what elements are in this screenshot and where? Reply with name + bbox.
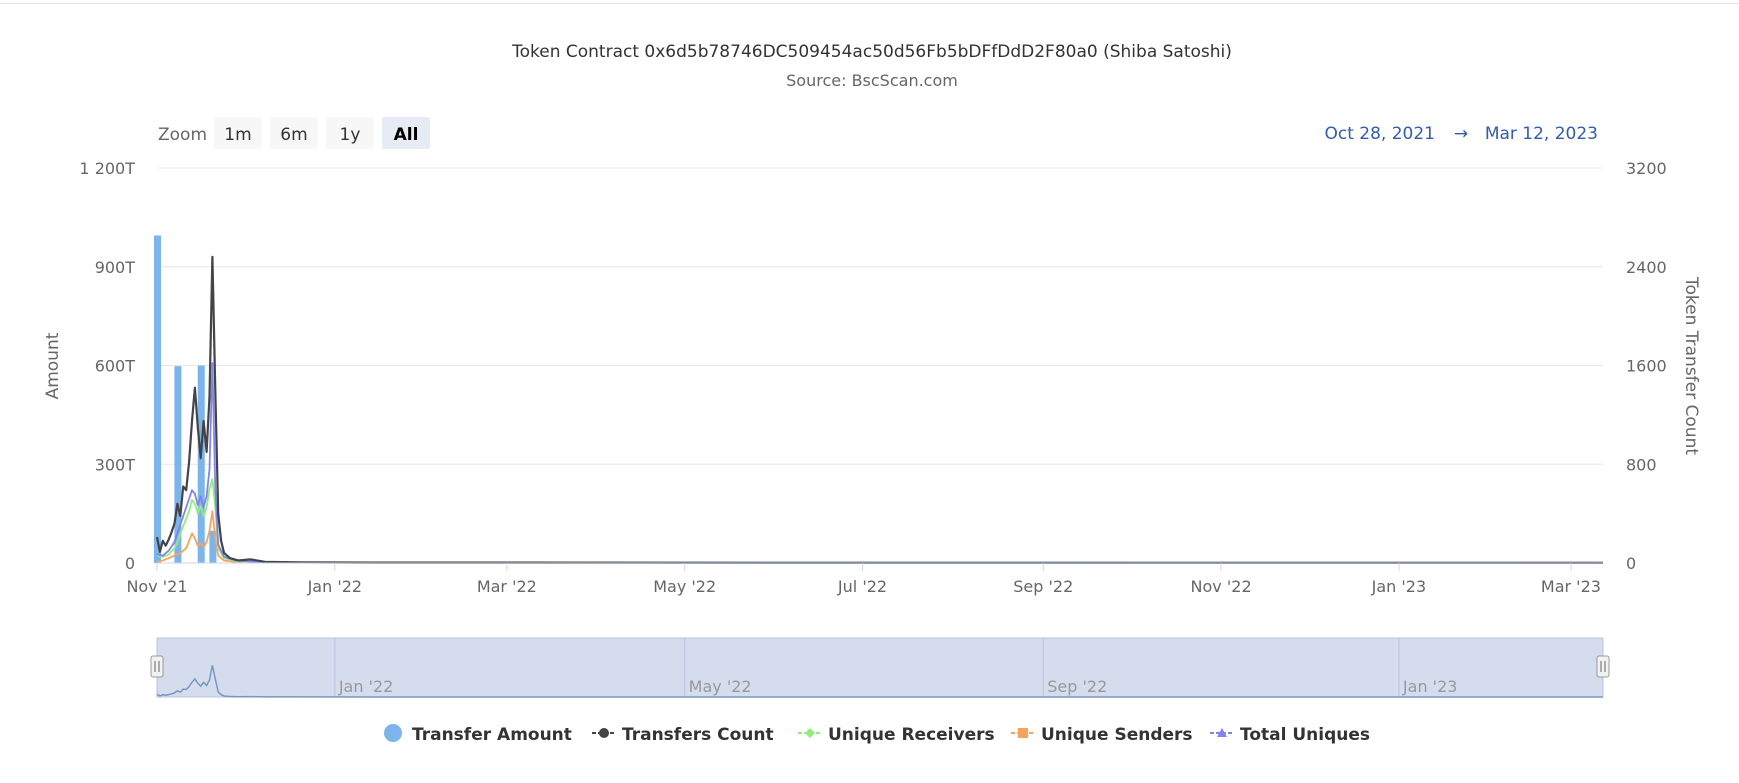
navigator-tick-label: Sep '22	[1047, 677, 1107, 696]
navigator-tick-label: Jan '22	[338, 677, 394, 696]
chart-subtitle: Source: BscScan.com	[786, 71, 958, 90]
y-left-tick-label: 300T	[95, 455, 136, 474]
legend-item-unique-receivers[interactable]: Unique Receivers	[798, 725, 995, 745]
x-tick-label: Mar '23	[1541, 577, 1601, 596]
y-axis-right-ticks: 0 800 1600 2400 3200	[1626, 159, 1667, 573]
x-tick-label: Mar '22	[477, 577, 537, 596]
legend-label: Unique Senders	[1041, 725, 1193, 745]
zoom-button-group: 1m 6m 1y All	[214, 117, 430, 149]
zoom-button-1y[interactable]: 1y	[326, 117, 374, 149]
x-tick-label: May '22	[653, 577, 716, 596]
chart-title: Token Contract 0x6d5b78746DC509454ac50d5…	[511, 42, 1232, 62]
x-tick-label: Nov '21	[126, 577, 187, 596]
legend-item-transfer-amount[interactable]: Transfer Amount	[384, 724, 572, 745]
transfer-amount-bar	[197, 365, 205, 563]
range-from-date[interactable]: Oct 28, 2021	[1325, 124, 1436, 144]
legend-label: Transfer Amount	[412, 725, 572, 745]
legend-item-unique-senders[interactable]: Unique Senders	[1011, 725, 1193, 745]
series-lines	[155, 255, 1604, 564]
legend-label: Transfers Count	[622, 725, 774, 745]
transfer-amount-bar	[154, 235, 161, 563]
y-left-tick-label: 1 200T	[79, 159, 135, 178]
navigator-tick-label: Jan '23	[1402, 677, 1458, 696]
y-right-tick-label: 0	[1626, 554, 1636, 573]
zoom-label: Zoom	[158, 125, 207, 145]
gridlines	[157, 167, 1603, 465]
unique-receivers-line	[156, 478, 1604, 564]
zoom-button-label[interactable]: 1m	[224, 125, 251, 145]
y-left-tick-label: 600T	[95, 357, 136, 376]
y-left-tick-label: 900T	[95, 258, 136, 277]
range-to-date[interactable]: Mar 12, 2023	[1485, 124, 1598, 144]
navigator[interactable]: Jan '22 May '22 Sep '22 Jan '23	[150, 637, 1610, 698]
legend-marker	[805, 728, 815, 738]
zoom-button-all[interactable]: All	[382, 117, 430, 149]
y-right-tick-label: 1600	[1626, 357, 1667, 376]
legend-label: Unique Receivers	[828, 725, 995, 745]
y-axis-right-title: Token Transfer Count	[1681, 276, 1701, 455]
total-uniques-line	[156, 362, 1604, 564]
zoom-button-1m[interactable]: 1m	[214, 117, 262, 149]
legend-marker	[599, 728, 609, 738]
legend: Transfer Amount Transfers Count Unique Rec…	[384, 724, 1370, 745]
zoom-button-label[interactable]: All	[394, 125, 419, 145]
range-arrow: →	[1454, 124, 1468, 144]
unique-senders-line	[156, 510, 1603, 564]
legend-item-transfers-count[interactable]: Transfers Count	[592, 725, 774, 745]
y-axis-left-title: Amount	[43, 332, 63, 399]
y-right-tick-label: 800	[1626, 455, 1657, 474]
y-axis-left-ticks: 0 300T 600T 900T 1 200T	[79, 159, 135, 573]
legend-marker	[1018, 728, 1028, 738]
navigator-tick-label: May '22	[689, 677, 752, 696]
zoom-button-label[interactable]: 1y	[340, 125, 361, 145]
x-tick-label: Jan '22	[307, 577, 363, 596]
x-tick-label: Jul '22	[837, 577, 887, 596]
x-tick-label: Nov '22	[1191, 577, 1252, 596]
zoom-button-label[interactable]: 6m	[280, 125, 307, 145]
transfers-count-line	[155, 255, 1603, 564]
y-right-tick-label: 3200	[1626, 159, 1667, 178]
zoom-button-6m[interactable]: 6m	[270, 117, 318, 149]
token-transfer-chart: Token Contract 0x6d5b78746DC509454ac50d5…	[43, 42, 1701, 745]
legend-item-total-uniques[interactable]: Total Uniques	[1210, 725, 1370, 745]
y-left-tick-label: 0	[125, 554, 135, 573]
x-tick-label: Sep '22	[1013, 577, 1073, 596]
legend-label: Total Uniques	[1240, 725, 1370, 745]
navigator-handle-left[interactable]	[150, 655, 164, 678]
x-axis-ticks: Nov '21 Jan '22 Mar '22 May '22 Jul '22 Sep '…	[126, 563, 1601, 596]
x-tick-label: Jan '23	[1371, 577, 1427, 596]
y-right-tick-label: 2400	[1626, 258, 1667, 277]
navigator-handle-right[interactable]	[1596, 655, 1610, 678]
transfer-amount-bars	[154, 235, 217, 563]
legend-marker	[384, 724, 402, 742]
